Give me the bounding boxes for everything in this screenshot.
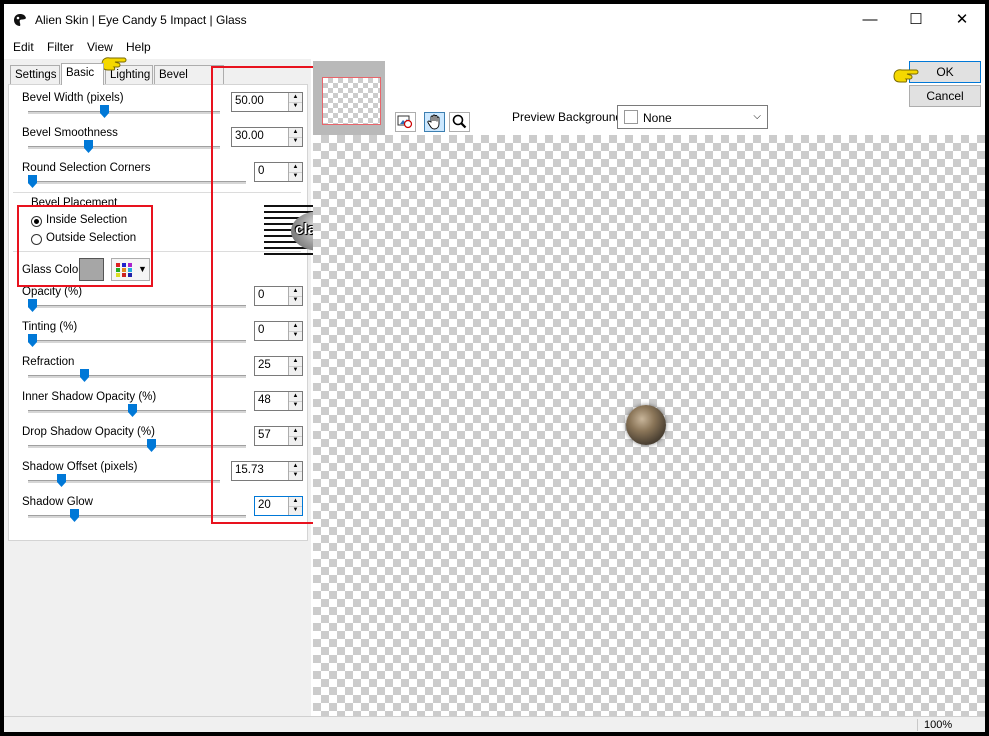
round-corners-slider-thumb[interactable] bbox=[28, 175, 37, 188]
bevel-smoothness-track[interactable] bbox=[28, 146, 220, 149]
bevel-width-label: Bevel Width (pixels) bbox=[22, 92, 124, 104]
preview-navigator[interactable] bbox=[313, 61, 385, 136]
opacity-slider-thumb[interactable] bbox=[28, 299, 37, 312]
zoom-tool-button[interactable] bbox=[449, 112, 470, 132]
pointing-hand-icon bbox=[893, 69, 919, 83]
preview-canvas[interactable] bbox=[313, 135, 985, 716]
highlight-box-values bbox=[211, 66, 317, 524]
drop-shadow-opacity-slider-thumb[interactable] bbox=[147, 439, 156, 452]
screenshot-frame: Alien Skin | Eye Candy 5 Impact | Glass … bbox=[0, 0, 989, 736]
shadow-offset-slider-thumb[interactable] bbox=[57, 474, 66, 487]
shadow-glow-label: Shadow Glow bbox=[22, 496, 93, 508]
tab-basic[interactable]: Basic bbox=[61, 63, 104, 85]
shadow-offset-label: Shadow Offset (pixels) bbox=[22, 461, 138, 473]
status-bar: 100% bbox=[4, 716, 985, 732]
tab-settings[interactable]: Settings bbox=[10, 65, 60, 84]
preview-background-label: Preview Background: bbox=[512, 110, 626, 124]
bevel-smoothness-slider-thumb[interactable] bbox=[84, 140, 93, 153]
chevron-down-icon: ⌵ bbox=[753, 111, 761, 122]
preview-background-value: None bbox=[643, 111, 672, 125]
title-bar: Alien Skin | Eye Candy 5 Impact | Glass … bbox=[4, 4, 985, 36]
app-window: Alien Skin | Eye Candy 5 Impact | Glass … bbox=[4, 4, 985, 732]
zoom-icon bbox=[452, 114, 467, 129]
preview-compare-icon bbox=[397, 115, 413, 129]
glass-effect-preview-object bbox=[626, 405, 666, 445]
cancel-button[interactable]: Cancel bbox=[909, 85, 981, 107]
bevel-width-slider-thumb[interactable] bbox=[100, 105, 109, 118]
compare-preview-button[interactable] bbox=[395, 112, 416, 132]
menu-edit[interactable]: Edit bbox=[13, 40, 34, 54]
alien-skin-icon bbox=[14, 14, 26, 26]
preview-background-swatch bbox=[624, 110, 638, 124]
bevel-width-track[interactable] bbox=[28, 111, 220, 114]
refraction-label: Refraction bbox=[22, 356, 75, 368]
menu-filter[interactable]: Filter bbox=[47, 40, 74, 54]
inner-shadow-opacity-slider-thumb[interactable] bbox=[128, 404, 137, 417]
round-corners-label: Round Selection Corners bbox=[22, 162, 151, 174]
maximize-button[interactable]: ☐ bbox=[893, 4, 939, 36]
zoom-level: 100% bbox=[917, 719, 952, 731]
close-button[interactable]: ✕ bbox=[939, 4, 985, 36]
highlight-box-placement bbox=[17, 205, 153, 287]
tinting-label: Tinting (%) bbox=[22, 321, 78, 333]
drop-shadow-opacity-label: Drop Shadow Opacity (%) bbox=[22, 426, 155, 438]
refraction-slider-thumb[interactable] bbox=[80, 369, 89, 382]
pointing-hand-icon bbox=[101, 57, 127, 71]
preview-background-select[interactable]: None ⌵ bbox=[617, 105, 768, 129]
navigator-viewport[interactable] bbox=[322, 77, 381, 125]
window-title: Alien Skin | Eye Candy 5 Impact | Glass bbox=[35, 13, 247, 27]
inner-shadow-opacity-label: Inner Shadow Opacity (%) bbox=[22, 391, 157, 403]
minimize-button[interactable]: — bbox=[847, 4, 893, 36]
pan-tool-button[interactable] bbox=[424, 112, 445, 132]
hand-pan-icon bbox=[427, 114, 440, 130]
tinting-slider-thumb[interactable] bbox=[28, 334, 37, 347]
shadow-glow-slider-thumb[interactable] bbox=[70, 509, 79, 522]
bevel-smoothness-label: Bevel Smoothness bbox=[22, 127, 118, 139]
opacity-label: Opacity (%) bbox=[22, 286, 83, 298]
